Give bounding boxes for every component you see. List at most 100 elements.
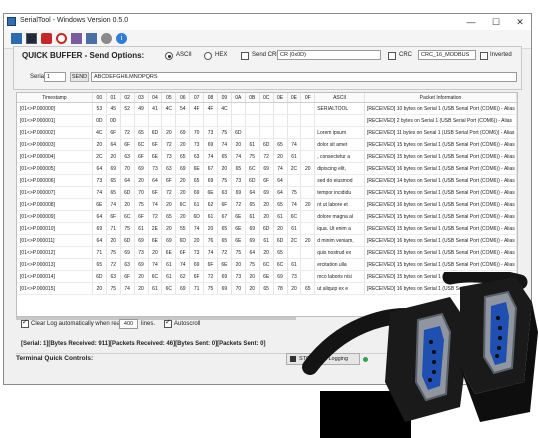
hex-cell: 2C [287, 162, 302, 175]
hex-cell: 20 [175, 138, 191, 151]
send-button[interactable]: SEND [70, 72, 89, 82]
hex-cell: 6C [273, 258, 288, 271]
hex-cell: 73 [231, 270, 246, 283]
column-header[interactable]: 0E [287, 93, 302, 103]
table-row[interactable]: [01<>P.000009] 64 6F 6C 6F 72 65 20 6D 61 67 6E 61 20… [17, 210, 517, 223]
column-header[interactable]: 05 [161, 93, 177, 103]
table-row[interactable]: [01<>P.000002] 4C 6F 72 65 6D 20 69 70 73 75 6D Lore… [17, 126, 517, 139]
table-row[interactable]: [01<>P.000012] 71 75 69 73 20 6E 6F 73 74 72 75 64 20… [17, 246, 517, 259]
record-icon[interactable] [41, 33, 52, 44]
hex-cell: 6D [259, 138, 274, 151]
hex-cell: 63 [217, 186, 232, 199]
autoscroll-label: Autoscroll [174, 321, 201, 327]
db9-connector-left [385, 297, 470, 422]
column-header[interactable]: 08 [203, 93, 218, 103]
stack-icon[interactable] [86, 33, 97, 44]
table-row[interactable]: [01<>P.000000] 53 45 52 49 41 4C 54 4F 4F 4C SERIAL… [17, 102, 517, 115]
hex-cell: 69 [106, 162, 121, 175]
inverted-label: Inverted [490, 52, 512, 58]
clear-log-checkbox[interactable] [21, 318, 29, 328]
timestamp-cell: [01<>P.000008] [17, 198, 93, 211]
hex-cell: 69 [203, 138, 218, 151]
hex-cell: 20 [287, 282, 302, 295]
column-header[interactable]: 04 [148, 93, 163, 103]
column-header[interactable]: Timestamp [17, 93, 93, 103]
table-row[interactable]: [01<>P.000001] 0D 0D [RECEIVED] 2 bytes on … [17, 114, 517, 127]
hex-cell: 6C [259, 258, 274, 271]
minimize-button[interactable]: — [460, 14, 482, 30]
hex-cell: 74 [203, 246, 218, 259]
hex-cell: 6D [148, 126, 163, 139]
column-header[interactable]: Packet Information [364, 93, 517, 103]
maximize-button[interactable]: ☐ [485, 14, 507, 30]
crlf-select[interactable]: CR (0x0D) [277, 50, 381, 60]
hex-cell [161, 114, 177, 127]
serial-input[interactable]: 1 [44, 72, 66, 82]
table-row[interactable]: [01<>P.000005] 64 69 70 69 73 63 69 6E 67 20 65 6C 69… [17, 162, 517, 175]
column-header[interactable]: 00 [92, 93, 107, 103]
column-header[interactable]: 03 [134, 93, 149, 103]
table-row[interactable]: [01<>P.000010] 69 71 75 61 2E 20 55 74 20 65 6E 69 6D… [17, 222, 517, 235]
hex-cell: 20 [300, 234, 316, 247]
autoscroll-checkbox[interactable] [164, 318, 172, 328]
packet-info-cell: [RECEIVED] 15 bytes on Serial 1 (USB Ser… [364, 246, 517, 259]
lines-input[interactable]: 400 [119, 319, 138, 329]
table-row[interactable]: [01<>P.000006] 73 65 64 20 64 6F 20 65 69 75 73 6D 6F… [17, 174, 517, 187]
monitor-icon[interactable] [26, 33, 37, 44]
table-row[interactable]: [01<>P.000004] 2C 20 63 6F 6E 73 65 63 74 65 74 75 72… [17, 150, 517, 163]
hex-cell: 63 [189, 150, 205, 163]
column-header[interactable]: 0F [300, 93, 316, 103]
hex-radio[interactable] [204, 52, 212, 60]
hex-cell: 74 [273, 162, 288, 175]
column-header[interactable]: 0C [259, 93, 274, 103]
column-header[interactable]: 0E [273, 93, 288, 103]
ascii-radio[interactable] [165, 52, 173, 60]
timestamp-cell: [01<>P.000014] [17, 270, 93, 283]
hex-cell: 75 [120, 222, 135, 235]
column-header[interactable]: 06 [175, 93, 191, 103]
hex-cell: 67 [203, 162, 218, 175]
hex-label: HEX [215, 52, 228, 58]
hex-cell: 20 [106, 150, 121, 163]
hex-cell: 20 [259, 210, 274, 223]
app-icon[interactable] [11, 33, 22, 44]
table-row[interactable]: [01<>P.000011] 64 20 6D 69 6E 69 6D 20 76 65 6E 69 61… [17, 234, 517, 247]
layers-icon[interactable] [71, 33, 82, 44]
send-crlf-checkbox[interactable] [241, 52, 249, 60]
hex-cell: 63 [106, 270, 121, 283]
table-row[interactable]: [01<>P.000008] 6E 74 20 75 74 20 6C 61 62 6F 72 65 20… [17, 198, 517, 211]
column-header[interactable]: 09 [217, 93, 232, 103]
hex-cell [273, 114, 288, 127]
crc-checkbox[interactable] [388, 52, 396, 60]
hex-cell: 72 [148, 210, 163, 223]
column-header[interactable]: 01 [106, 93, 121, 103]
close-button[interactable]: ✕ [509, 14, 531, 30]
hex-cell: 20 [300, 162, 316, 175]
hex-cell: 6D [120, 186, 135, 199]
hex-cell: 4F [203, 102, 218, 115]
inverted-checkbox[interactable] [480, 52, 488, 60]
gear-icon[interactable] [101, 33, 112, 44]
send-input[interactable]: ABCDEFGHILMNOPQRS [91, 72, 517, 82]
table-row[interactable]: [01<>P.000003] 20 64 6F 6C 6F 72 20 73 69 74 20 61 6D… [17, 138, 517, 151]
hex-cell: 20 [120, 198, 135, 211]
crc-select[interactable]: CRC_16_MODBUS [418, 50, 476, 60]
table-row[interactable]: [01<>P.000007] 74 65 6D 70 6F 72 20 69 6E 63 69 64 69… [17, 186, 517, 199]
hex-cell: 6F [217, 198, 232, 211]
column-header[interactable]: 0A [231, 93, 246, 103]
hex-cell: 20 [300, 198, 316, 211]
hex-cell: 4F [189, 102, 205, 115]
hex-cell: 69 [189, 258, 205, 271]
info-icon[interactable]: i [116, 33, 127, 44]
column-header[interactable]: 0B [245, 93, 260, 103]
column-header[interactable]: 07 [189, 93, 205, 103]
target-icon[interactable] [56, 33, 67, 44]
hex-cell: 74 [231, 150, 246, 163]
table-row[interactable]: [01<>P.000013] 65 72 63 69 74 61 74 69 6F 6E 20 75 6C… [17, 258, 517, 271]
hex-cell: 64 [92, 162, 107, 175]
hex-cell: 62 [203, 198, 218, 211]
column-header[interactable]: ASCII [314, 93, 365, 103]
hex-cell: 61 [273, 210, 288, 223]
hex-cell: 75 [134, 198, 149, 211]
column-header[interactable]: 02 [120, 93, 135, 103]
